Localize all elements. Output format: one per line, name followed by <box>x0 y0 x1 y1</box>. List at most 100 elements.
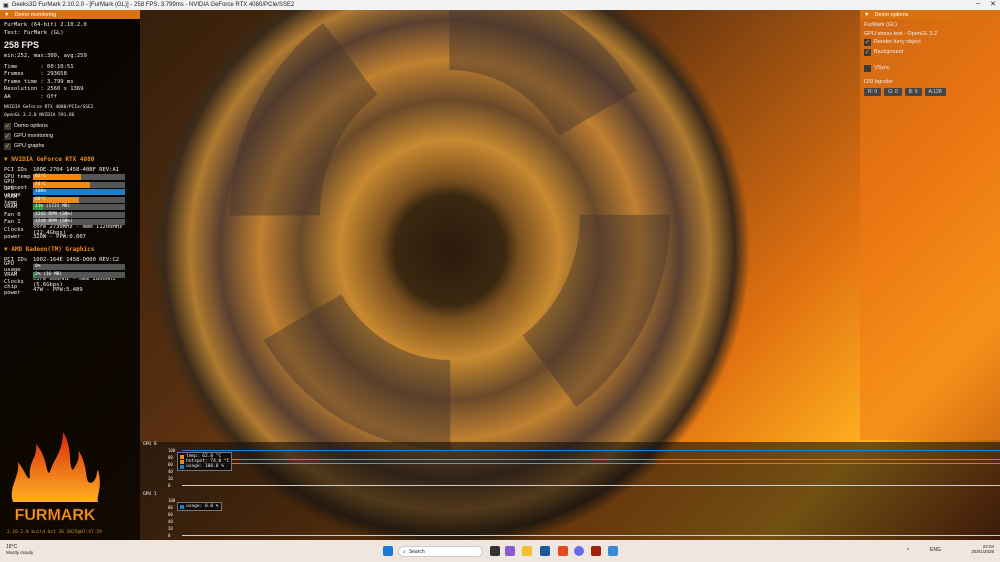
checkbox-label: GPU monitoring <box>14 133 54 139</box>
legend-item: usage: 100.0 % <box>180 464 229 469</box>
metric-value: 3% (16 MB) <box>35 271 63 277</box>
checkmark-icon: ✓ <box>864 48 871 56</box>
metric-value: 62°C <box>35 174 46 180</box>
usage-line <box>182 450 1000 451</box>
app-version: FurMark (64-bit) 2.10.2.0 <box>4 22 87 28</box>
legend-swatch <box>180 459 184 464</box>
graph-legend: usage: 0.0 % <box>177 502 222 511</box>
checkmark-icon: ✓ <box>864 38 871 46</box>
graph-label: GPU 1 <box>143 492 157 497</box>
renderer: NVIDIA GeForce RTX 4080/PCIe/SSE2 <box>4 105 94 110</box>
stat-line: AA : Off <box>4 93 57 100</box>
y-tick: 0 <box>168 483 171 488</box>
osi-bgcolor-label: OSI bgcolor <box>864 79 894 85</box>
y-tick: 80 <box>168 455 173 460</box>
task-view-icon[interactable] <box>490 546 500 556</box>
clock[interactable]: 22:04 25/01/2026 <box>971 544 994 554</box>
furmark-logo: FURMARK <box>11 432 100 524</box>
checkbox-0[interactable]: ✓ Demo options <box>4 121 136 131</box>
power-value: 320W - PPW:0.807 <box>33 234 86 241</box>
clocks-label: Clocks <box>4 226 24 233</box>
legend-swatch <box>180 464 184 469</box>
metric-bar: 0% <box>33 264 125 271</box>
demo-title: FurMark (GL) <box>864 22 897 28</box>
metric-bar: 62°C <box>33 174 125 181</box>
window-title: Geeks3D FurMark 2.10.2.0 - [FurMark (GL)… <box>11 2 295 8</box>
y-tick: 40 <box>168 469 173 474</box>
options-panel: ▼ Demo options FurMark (GL) GPU stress te… <box>860 10 1000 440</box>
hotspot-line <box>182 459 1000 460</box>
copilot-icon[interactable] <box>505 546 515 556</box>
metric-row: GPU usage 0% <box>4 261 136 273</box>
pci-value: 10DE-2704 1458-40BF REV:A1 <box>33 166 120 173</box>
y-tick: 20 <box>168 526 173 531</box>
rgba-field[interactable]: R: 0 <box>864 88 882 96</box>
test-name: Test: FurMark (GL) <box>4 29 64 36</box>
weather-widget[interactable]: 18°C Mostly cloudy <box>6 544 33 555</box>
y-tick: 20 <box>168 476 173 481</box>
y-tick: 0 <box>168 533 171 538</box>
discord-icon[interactable] <box>574 546 584 556</box>
gpu-graphs: GPU 0 100 80 60 40 20 0 temp: 62.0 °C hotspot:… <box>140 442 1000 540</box>
gpu1-graph: GPU 1 100 80 60 40 20 0 usage: 0.0 % <box>140 492 1000 538</box>
language-indicator[interactable]: ENG <box>930 547 941 553</box>
metric-row: VRAM 11% (1721 MB) <box>4 204 136 212</box>
plot-area: 100 80 60 40 20 0 <box>168 498 1000 538</box>
store-icon[interactable] <box>540 546 550 556</box>
temp-line <box>182 463 1000 464</box>
title-bar: ▣ Geeks3D FurMark 2.10.2.0 - [FurMark (G… <box>0 0 1000 10</box>
minimize-button[interactable]: – <box>976 0 980 8</box>
metric-label: Fan 0 <box>4 211 21 218</box>
option-checkbox-0[interactable]: ✓ Render furry object <box>864 37 996 47</box>
y-tick: 40 <box>168 519 173 524</box>
fps-stats: min:252, max:309, avg:259 <box>4 53 87 59</box>
collapse-icon: ▼ <box>864 11 870 18</box>
file-explorer-icon[interactable] <box>522 546 532 556</box>
pci-label: PCI IDs <box>4 166 28 173</box>
option-checkbox-1[interactable]: ✓ Background <box>864 47 996 57</box>
gpu-app-icon[interactable] <box>608 546 618 556</box>
bar-fill <box>33 189 125 196</box>
rgba-field[interactable]: B: 0 <box>904 88 922 96</box>
metric-bar: 3% (16 MB) <box>33 271 125 278</box>
graph-label: GPU 0 <box>143 442 157 447</box>
metric-bar: 74°C <box>33 181 125 188</box>
close-button[interactable]: ✕ <box>990 0 996 8</box>
metric-bar: 1242 RPM (38%) <box>33 211 125 218</box>
y-tick: 100 <box>168 448 176 453</box>
metric-value: 0% <box>35 264 41 270</box>
furmark-taskbar-icon[interactable] <box>591 546 601 556</box>
search-box[interactable]: ⌕ Search <box>398 546 483 557</box>
options-header[interactable]: ▼ Demo options <box>860 10 1000 19</box>
metric-value: 60°C <box>35 196 46 202</box>
start-icon[interactable] <box>383 546 393 556</box>
metric-value: 74°C <box>35 181 46 187</box>
legend-swatch <box>180 454 184 459</box>
opengl-version: OpenGL 3.3.0 NVIDIA 591.86 <box>4 112 75 118</box>
metric-label: VRAM <box>4 271 18 278</box>
y-tick: 60 <box>168 462 173 467</box>
metric-row: Fan 0 1242 RPM (38%) <box>4 211 136 219</box>
metric-bar: 60°C <box>33 196 125 203</box>
checkmark-icon: ✓ <box>4 142 11 150</box>
checkbox-2[interactable]: ✓ GPU graphs <box>4 141 136 151</box>
date: 25/01/2026 <box>971 549 994 554</box>
checkbox-label: GPU graphs <box>14 143 45 149</box>
metric-label: Fan 1 <box>4 219 21 226</box>
rgba-field[interactable]: A:128 <box>924 88 946 96</box>
vsync-checkbox[interactable]: VSync <box>864 63 996 73</box>
metric-bar: 1248 RPM (38%) <box>33 219 125 226</box>
build-info: 2.10.2.0 build Oct 26 2025@07:47:59 <box>7 530 102 535</box>
stat-line: Frames : 293658 <box>4 71 67 77</box>
metric-row: VRAM 3% (16 MB) <box>4 271 136 279</box>
checkmark-icon: ✓ <box>4 132 11 140</box>
graph-legend: temp: 62.0 °C hotspot: 74.0 °C usage: 100.… <box>177 452 233 471</box>
checkbox-1[interactable]: ✓ GPU monitoring <box>4 131 136 141</box>
collapse-icon: ▼ <box>4 11 10 18</box>
tray-chevron-icon[interactable]: ^ <box>907 548 909 554</box>
brave-browser-icon[interactable] <box>558 546 568 556</box>
y-tick: 60 <box>168 512 173 517</box>
rgba-field[interactable]: G: 0 <box>884 88 902 96</box>
power-label: power <box>4 234 21 241</box>
monitoring-header[interactable]: ▼ Demo monitoring <box>0 10 140 19</box>
